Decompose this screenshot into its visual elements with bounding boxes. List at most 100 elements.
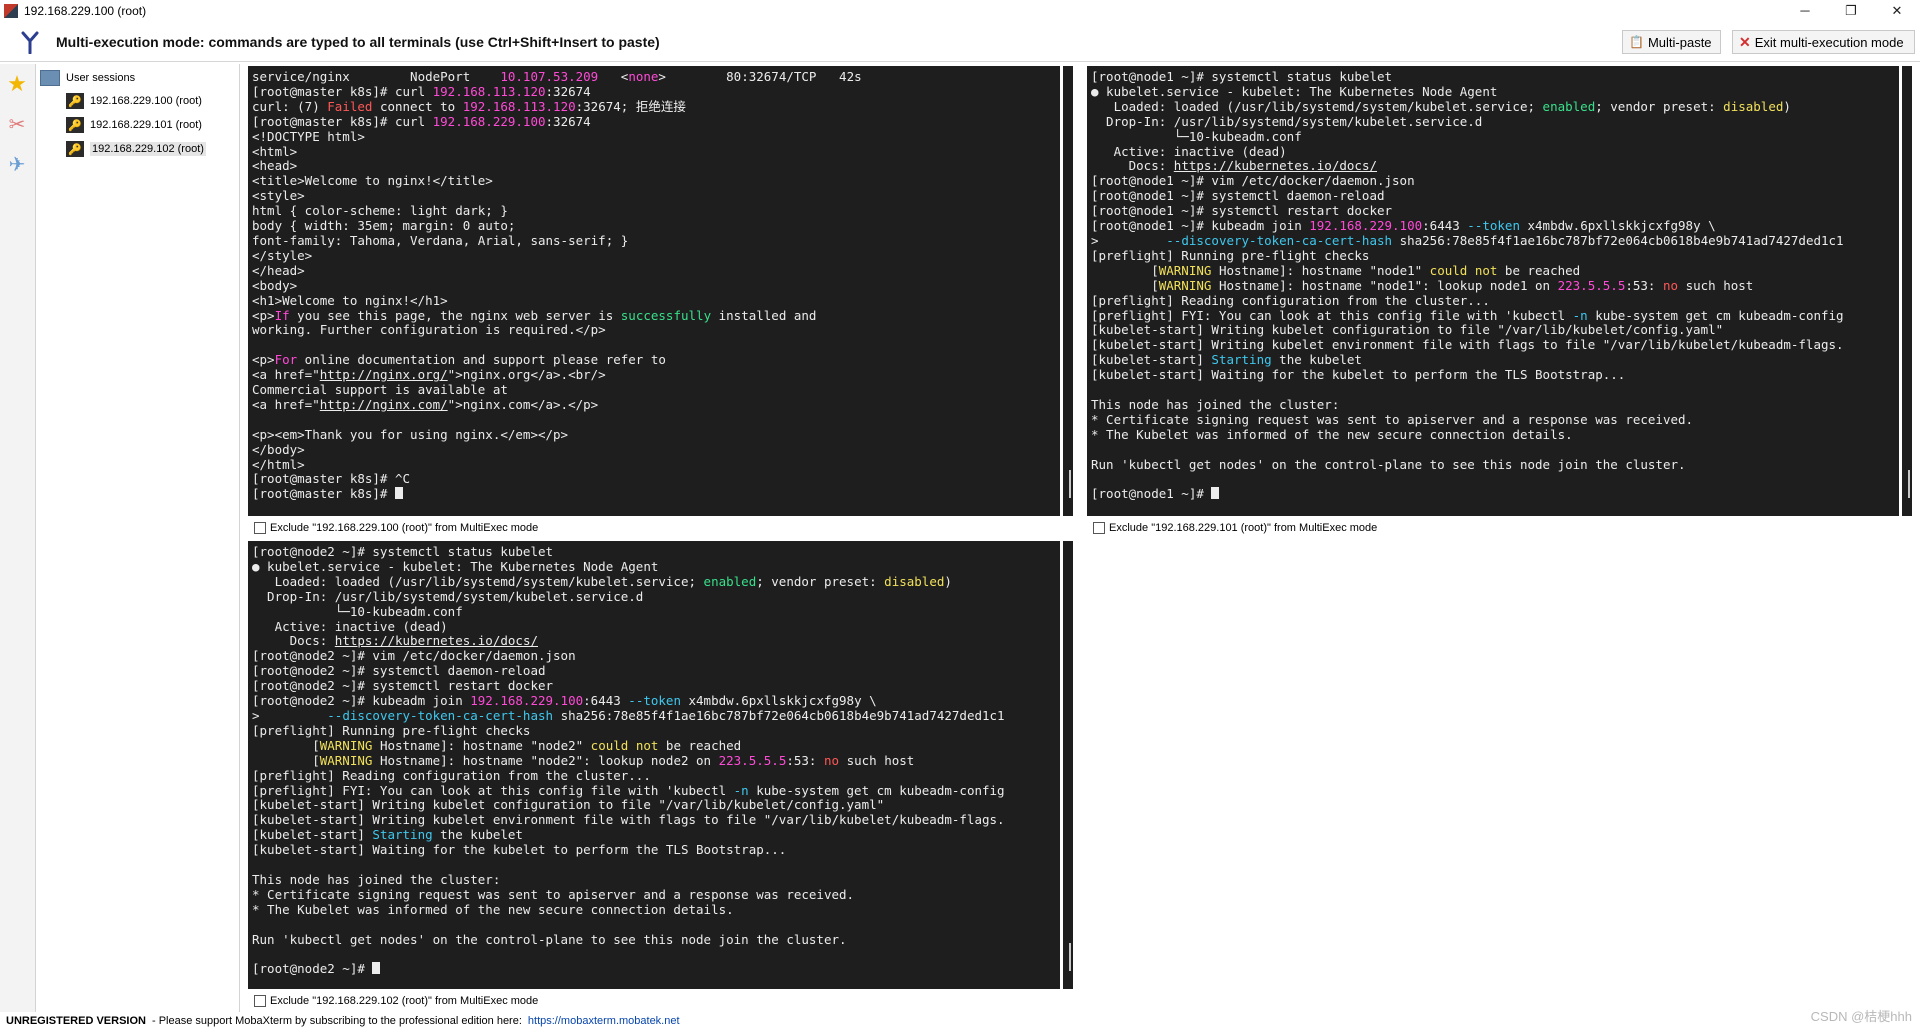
terminal-text: enabled [703, 573, 757, 589]
scroll-thumb[interactable] [1069, 943, 1071, 971]
macros-tab[interactable]: ✈ [0, 144, 34, 184]
terminal-line: <h1>Welcome to nginx!</h1> [252, 293, 1060, 309]
terminal-text: <title>Welcome to nginx!</title> [252, 173, 493, 189]
terminal-line: <html> [252, 144, 1060, 160]
terminal-text: [root@node1 ~]# systemctl daemon-reload [1091, 188, 1385, 204]
terminal-line: [kubelet-start] Writing kubelet configur… [252, 797, 1060, 813]
terminal-text: [preflight] FYI: You can look at this co… [252, 782, 734, 798]
terminal-text: > [252, 707, 328, 723]
terminal-text: * Certificate signing request was sent t… [252, 886, 855, 902]
terminal-text: Loaded: loaded (/usr/lib/systemd/system/… [252, 573, 704, 589]
session-item[interactable]: 🔑 192.168.229.101 (root) [36, 113, 239, 137]
minimize-icon[interactable]: ─ [1782, 0, 1828, 22]
terminal-text: [root@node2 ~]# systemctl restart docker [252, 678, 554, 694]
terminal-link-text: http://nginx.org/ [319, 367, 448, 383]
checkbox-box[interactable] [1093, 522, 1105, 534]
terminal-text: WARNING [319, 752, 373, 768]
multiexec-toolbar: Multi-execution mode: commands are typed… [0, 22, 1920, 62]
terminal-text: x4mbdw.6pxllskkjcxfg98y \ [1519, 218, 1716, 234]
terminal-text: [ [1091, 262, 1159, 278]
exclude-master-checkbox[interactable]: Exclude "192.168.229.100 (root)" from Mu… [254, 518, 538, 538]
terminal-text: <p> [252, 307, 275, 323]
session-item[interactable]: 🔑 192.168.229.102 (root) [36, 137, 239, 161]
terminal-line: <p>For online documentation and support … [252, 352, 1060, 368]
scroll-thumb[interactable] [1908, 470, 1910, 498]
tools-tab[interactable]: ✂ [0, 104, 34, 144]
terminal-text: For [274, 352, 298, 368]
mobatek-link[interactable]: https://mobaxterm.mobatek.net [528, 1015, 680, 1027]
terminal-text: --token [628, 693, 681, 709]
terminal-line: <p>If you see this page, the nginx web s… [252, 307, 1060, 324]
terminal-line: > --discovery-token-ca-cert-hash sha256:… [1091, 233, 1899, 249]
terminal-text: -n [733, 782, 749, 798]
terminal-line: service/nginx NodePort 10.107.53.209 <no… [252, 69, 1060, 85]
terminal-line: Loaded: loaded (/usr/lib/systemd/system/… [252, 573, 1060, 590]
terminal-line: [preflight] Reading configuration from t… [1091, 293, 1899, 309]
terminal-text: you see this page, the nginx web server … [289, 307, 621, 323]
terminal-line: [kubelet-start] Waiting for the kubelet … [252, 842, 1060, 858]
terminal-text: Hostname]: hostname "node2" [372, 737, 591, 753]
terminal-text: WARNING [1158, 277, 1212, 293]
terminal-text: ● kubelet.service - kubelet: The Kuberne… [252, 558, 659, 574]
terminal-text: disabled [884, 573, 945, 589]
checkbox-box[interactable] [254, 995, 266, 1007]
close-icon[interactable]: ✕ [1874, 0, 1920, 22]
multi-paste-button[interactable]: 📋 Multi-paste [1622, 30, 1721, 54]
terminal-scrollbar[interactable] [1063, 541, 1073, 989]
terminal-text: Drop-In: /usr/lib/systemd/system/kubelet… [1091, 113, 1483, 129]
terminal-line: </head> [252, 263, 1060, 279]
terminal-text: disabled [1723, 98, 1784, 114]
terminal-text: This node has joined the cluster: [1091, 396, 1340, 412]
terminal-text: Drop-In: /usr/lib/systemd/system/kubelet… [252, 588, 644, 604]
mobaxterm-app-icon [4, 4, 18, 18]
terminal-text: Hostname]: hostname "node2": lookup node… [372, 752, 719, 768]
terminal-text: connect to [372, 98, 463, 114]
terminal-master[interactable]: service/nginx NodePort 10.107.53.209 <no… [248, 66, 1060, 516]
terminal-scrollbar[interactable] [1902, 66, 1912, 516]
terminal-text: --token [1467, 218, 1520, 234]
terminal-text: [root@node1 ~]# vim /etc/docker/daemon.j… [1091, 173, 1415, 189]
terminal-line: [root@node2 ~]# systemctl status kubelet [252, 544, 1060, 560]
terminal-text: If [274, 307, 290, 323]
exclude-node2-checkbox[interactable]: Exclude "192.168.229.102 (root)" from Mu… [254, 991, 538, 1011]
terminal-line: [WARNING Hostname]: hostname "node2": lo… [252, 752, 1060, 769]
terminal-line: [root@node1 ~]# kubeadm join 192.168.229… [1091, 218, 1899, 234]
exclude-node1-checkbox[interactable]: Exclude "192.168.229.101 (root)" from Mu… [1093, 518, 1377, 538]
sessions-star-tab[interactable]: ★ [0, 64, 34, 104]
checkbox-box[interactable] [254, 522, 266, 534]
terminal-text: [root@node2 ~]# [252, 961, 373, 977]
terminal-text: <p> [252, 352, 275, 368]
terminal-line: Drop-In: /usr/lib/systemd/system/kubelet… [1091, 113, 1899, 130]
terminal-line: * Certificate signing request was sent t… [252, 886, 1060, 903]
user-sessions-folder[interactable]: User sessions [36, 67, 239, 89]
session-tree: User sessions 🔑 192.168.229.100 (root) 🔑… [36, 64, 240, 1012]
terminal-text: ">nginx.com</a>.</p> [447, 396, 599, 412]
exit-multiexec-button[interactable]: ✕ Exit multi-execution mode [1732, 30, 1915, 54]
terminal-text: [kubelet-start] Writing kubelet environm… [252, 812, 1005, 828]
terminal-line: [root@node1 ~]# systemctl daemon-reload [1091, 188, 1899, 204]
terminal-node1[interactable]: [root@node1 ~]# systemctl status kubelet… [1087, 66, 1899, 516]
scroll-thumb[interactable] [1069, 470, 1071, 498]
terminal-scrollbar[interactable] [1063, 66, 1073, 516]
session-item[interactable]: 🔑 192.168.229.100 (root) [36, 89, 239, 113]
maximize-icon[interactable]: ❐ [1828, 0, 1874, 22]
terminal-text: <!DOCTYPE html> [252, 128, 365, 144]
terminal-line: [root@master k8s]# [252, 486, 1060, 502]
terminal-node2[interactable]: [root@node2 ~]# systemctl status kubelet… [248, 541, 1060, 989]
terminal-text: Starting [372, 827, 433, 843]
terminal-text: [root@node1 ~]# systemctl restart docker [1091, 203, 1393, 219]
session-label: 192.168.229.100 (root) [90, 95, 202, 107]
terminal-line: body { width: 35em; margin: 0 auto; [252, 218, 1060, 234]
terminal-line: [root@master k8s]# ^C [252, 472, 1060, 487]
terminal-cursor [372, 962, 381, 975]
terminal-text: 223.5.5.5 [718, 752, 787, 768]
status-bar: UNREGISTERED VERSION - Please support Mo… [0, 1012, 1920, 1029]
terminal-text: could not [1429, 262, 1498, 278]
terminal-line: Docs: https://kubernetes.io/docs/ [1091, 158, 1899, 174]
terminal-text: :32674; 拒绝连接 [575, 98, 686, 114]
terminal-text: └─10-kubeadm.conf [1091, 128, 1302, 144]
multiexec-fork-icon [16, 28, 44, 56]
terminal-line: [root@node1 ~]# vim /etc/docker/daemon.j… [1091, 173, 1899, 189]
terminal-line: Active: inactive (dead) [1091, 144, 1899, 160]
